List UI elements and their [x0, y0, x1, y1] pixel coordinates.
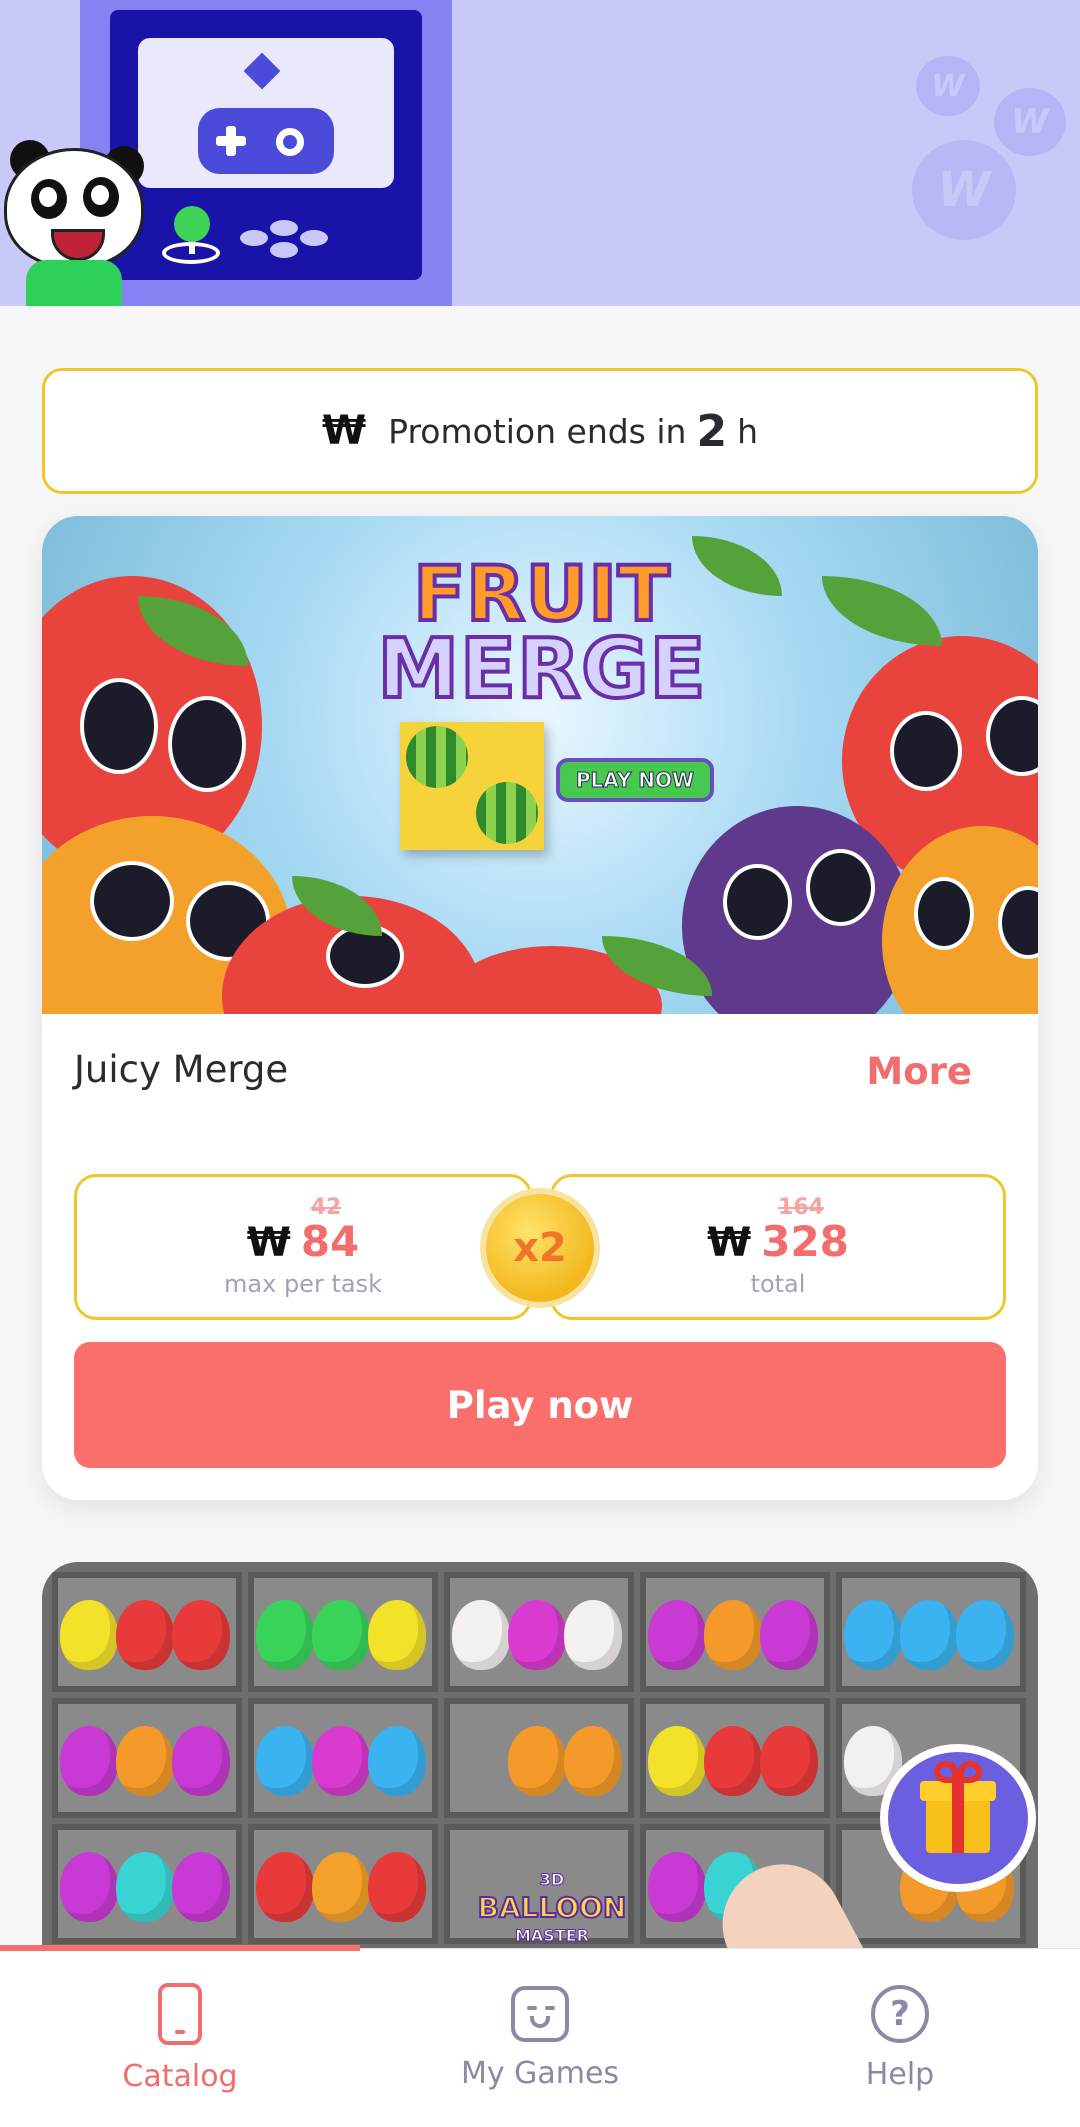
arcade-screen: [138, 38, 394, 188]
nav-label-help: Help: [865, 2057, 935, 2092]
question-circle-icon: ?: [871, 1985, 929, 2043]
max-per-task-box: 42 ₩84 max per task: [74, 1174, 532, 1320]
promotion-text: Promotion ends in: [388, 411, 687, 451]
bottom-navigation: Catalog My Games ? Help: [0, 1945, 1080, 2127]
gift-icon: [920, 1761, 996, 1853]
promotion-banner: ₩ Promotion ends in 2 h: [42, 368, 1038, 494]
total-caption: total: [750, 1270, 806, 1298]
gift-button[interactable]: [880, 1744, 1036, 1892]
watermelon-thumbnail: [400, 722, 544, 850]
joystick-icon: [174, 206, 210, 242]
balloon-master-logo: 3D BALLOON MASTER: [477, 1870, 628, 1946]
total-value: 328: [761, 1217, 849, 1266]
more-link[interactable]: More: [866, 1050, 972, 1093]
coin-icon: W: [916, 56, 980, 116]
panda-mascot: [0, 140, 150, 306]
play-now-badge[interactable]: PLAY NOW: [556, 758, 714, 802]
total-reward-box: 164 ₩328 total: [550, 1174, 1006, 1320]
old-max-per-task: 42: [310, 1195, 342, 1220]
won-currency-icon: ₩: [246, 1220, 291, 1266]
coin-icon: W: [994, 88, 1066, 156]
phone-icon: [158, 1983, 202, 2045]
promotion-hours: 2: [696, 405, 728, 457]
play-now-button[interactable]: Play now: [74, 1342, 1006, 1468]
game-title: Juicy Merge: [74, 1048, 289, 1091]
max-per-task-value: 84: [300, 1217, 360, 1266]
nav-item-help[interactable]: ? Help: [720, 1949, 1080, 2127]
fruit-merge-logo: FRUIT MERGE: [375, 549, 707, 717]
game-banner-image[interactable]: FRUIT MERGE PLAY NOW: [42, 516, 1038, 1014]
coin-icon: W: [912, 140, 1016, 240]
nav-label-my-games: My Games: [460, 2056, 620, 2091]
promotion-unit: h: [737, 411, 758, 451]
nav-item-my-games[interactable]: My Games: [360, 1949, 720, 2127]
smiley-box-icon: [511, 1986, 569, 2042]
multiplier-badge: x2: [480, 1188, 600, 1308]
game-card[interactable]: FRUIT MERGE PLAY NOW Juicy Merge More 42…: [42, 516, 1038, 1500]
old-total: 164: [778, 1195, 824, 1220]
gamepad-icon: [198, 108, 334, 174]
won-currency-icon: ₩: [707, 1220, 752, 1266]
max-per-task-caption: max per task: [224, 1270, 382, 1298]
nav-item-catalog[interactable]: Catalog: [0, 1949, 360, 2127]
nav-label-catalog: Catalog: [122, 2059, 238, 2094]
won-currency-icon: ₩: [322, 408, 367, 454]
header-banner: W W W: [0, 0, 1080, 306]
